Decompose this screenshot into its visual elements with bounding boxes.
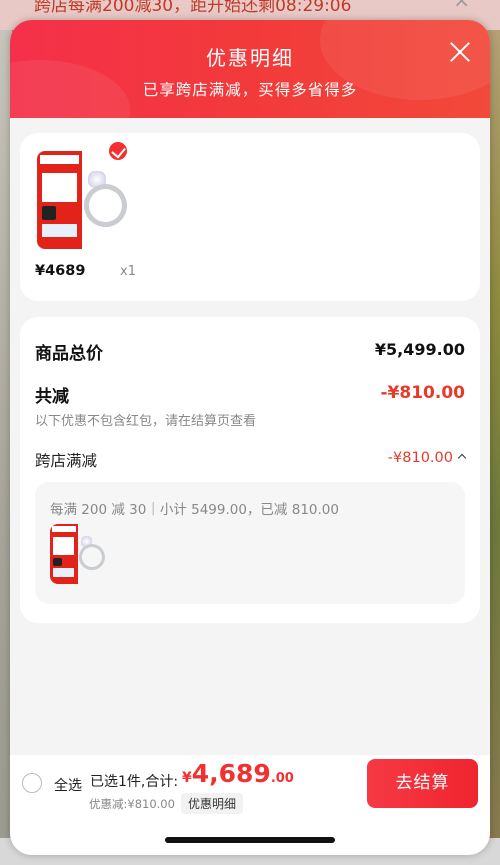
ring-icon xyxy=(77,178,134,234)
discount-detail-tag[interactable]: 优惠明细 xyxy=(181,793,244,814)
total-decimal: .00 xyxy=(270,771,294,786)
total-integer: 4,689 xyxy=(191,759,271,788)
product-price: ¥4689 xyxy=(35,263,86,279)
reduction-note: 以下优惠不包含红包，请在结算页查看 xyxy=(35,414,257,429)
checkout-button[interactable]: 去结算 xyxy=(367,759,478,808)
currency-symbol: ¥ xyxy=(182,770,192,786)
product-quantity: x1 xyxy=(120,264,136,279)
product-card: ¥4689 x1 xyxy=(20,133,480,301)
home-indicator[interactable] xyxy=(165,837,335,843)
product-poster xyxy=(50,524,78,584)
ring-icon xyxy=(75,540,109,575)
close-icon[interactable] xyxy=(448,40,472,64)
reduction-label: 共减 xyxy=(35,387,69,407)
sheet-header: 优惠明细 已享跨店满减，买得多省得多 xyxy=(10,20,490,160)
sheet-title: 优惠明细 xyxy=(206,46,294,70)
promo-value: -¥810.00 xyxy=(387,450,453,466)
background-banner-text: 跨店每满200减30，距开始还剩08:29:06 xyxy=(34,0,352,16)
product-poster xyxy=(37,151,83,249)
discount-amount: 优惠减:¥810.00 xyxy=(89,797,175,811)
discount-detail-sheet: 优惠明细 已享跨店满减，买得多省得多 ¥4689 x1 商品总价 ¥5,499.… xyxy=(10,20,490,855)
promo-detail-panel: 每满 200 减 30｜小计 5499.00，已减 810.00 xyxy=(35,482,465,604)
checkout-bar: 全选 已选1件,合计: ¥4,689.00 优惠减:¥810.00 优惠明细 去… xyxy=(10,755,490,855)
total-price-value: ¥5,499.00 xyxy=(374,340,465,359)
product-thumbnail[interactable] xyxy=(37,151,135,249)
background-close-icon: × xyxy=(453,0,470,12)
selected-count-text: 已选1件,合计: xyxy=(90,774,179,790)
reduction-value: -¥810.00 xyxy=(380,383,466,403)
promo-value-toggle[interactable]: -¥810.00 xyxy=(387,450,467,466)
promo-label: 跨店满减 xyxy=(35,452,98,470)
select-all-radio[interactable] xyxy=(22,773,42,793)
select-all-label[interactable]: 全选 xyxy=(54,775,82,795)
brand-logo xyxy=(39,154,80,164)
total-amount: ¥4,689.00 xyxy=(182,759,294,788)
promo-rule: 每满 200 减 30｜小计 5499.00，已减 810.00 xyxy=(50,502,339,518)
total-price-label: 商品总价 xyxy=(35,344,103,364)
sheet-subtitle: 已享跨店满减，买得多省得多 xyxy=(142,81,358,99)
chevron-up-icon xyxy=(457,453,467,463)
summary-card: 商品总价 ¥5,499.00 共减 -¥810.00 以下优惠不包含红包，请在结… xyxy=(20,317,480,623)
selected-check-icon[interactable] xyxy=(107,140,129,162)
promo-product-thumbnail[interactable] xyxy=(50,524,110,584)
